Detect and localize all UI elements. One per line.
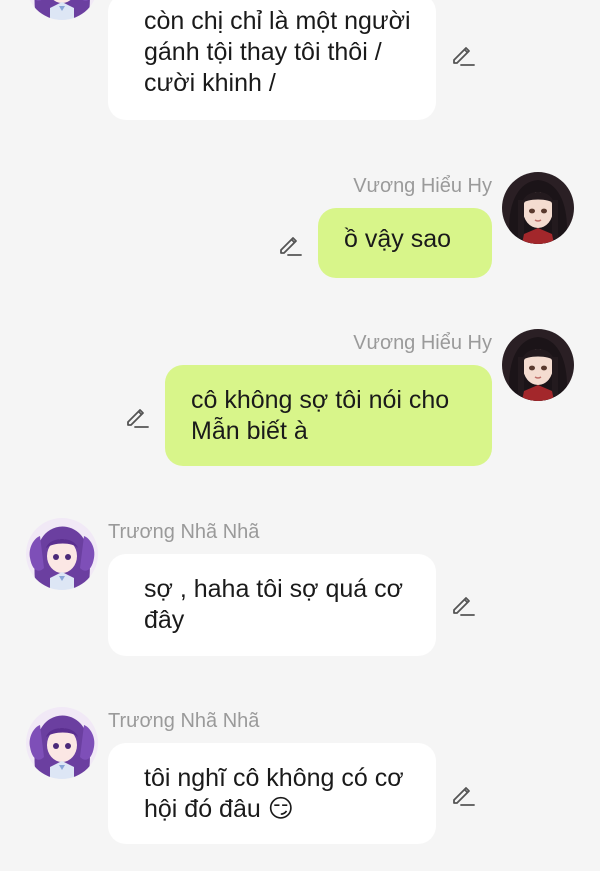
message-bubble[interactable]: cô không sợ tôi nói cho Mẫn biết à [165,365,492,466]
sender-avatar[interactable] [26,707,98,779]
message-text: sợ , haha tôi sợ quá cơ đây [144,575,404,634]
pencil-icon[interactable] [277,231,303,257]
sender-name: Trương Nhã Nhã [108,710,260,732]
sender-name: Vương Hiểu Hy [353,175,492,197]
sender-avatar[interactable] [26,0,98,20]
sender-avatar[interactable] [502,329,574,401]
message-bubble[interactable]: tôi nghĩ cô không có cơ hội đó đâu 😏 [108,743,436,844]
sender-name: Vương Hiểu Hy [353,332,492,354]
sender-avatar[interactable] [26,518,98,590]
sender-name: Trương Nhã Nhã [108,521,260,543]
chat-screen: { "messages": [ {"side": "left", "sender… [0,0,600,871]
pencil-icon[interactable] [450,41,476,67]
message-text: còn chị chỉ là một người gánh tội thay t… [144,7,411,97]
message-bubble[interactable]: ồ vậy sao [318,208,492,278]
pencil-icon[interactable] [450,591,476,617]
pencil-icon[interactable] [124,403,150,429]
pencil-icon[interactable] [450,781,476,807]
message-text: tôi nghĩ cô không có cơ hội đó đâu 😏 [144,764,404,823]
message-bubble[interactable]: còn chị chỉ là một người gánh tội thay t… [108,0,436,120]
sender-avatar[interactable] [502,172,574,244]
message-bubble[interactable]: sợ , haha tôi sợ quá cơ đây [108,554,436,656]
message-text: cô không sợ tôi nói cho Mẫn biết à [191,386,450,445]
message-text: ồ vậy sao [344,225,452,253]
